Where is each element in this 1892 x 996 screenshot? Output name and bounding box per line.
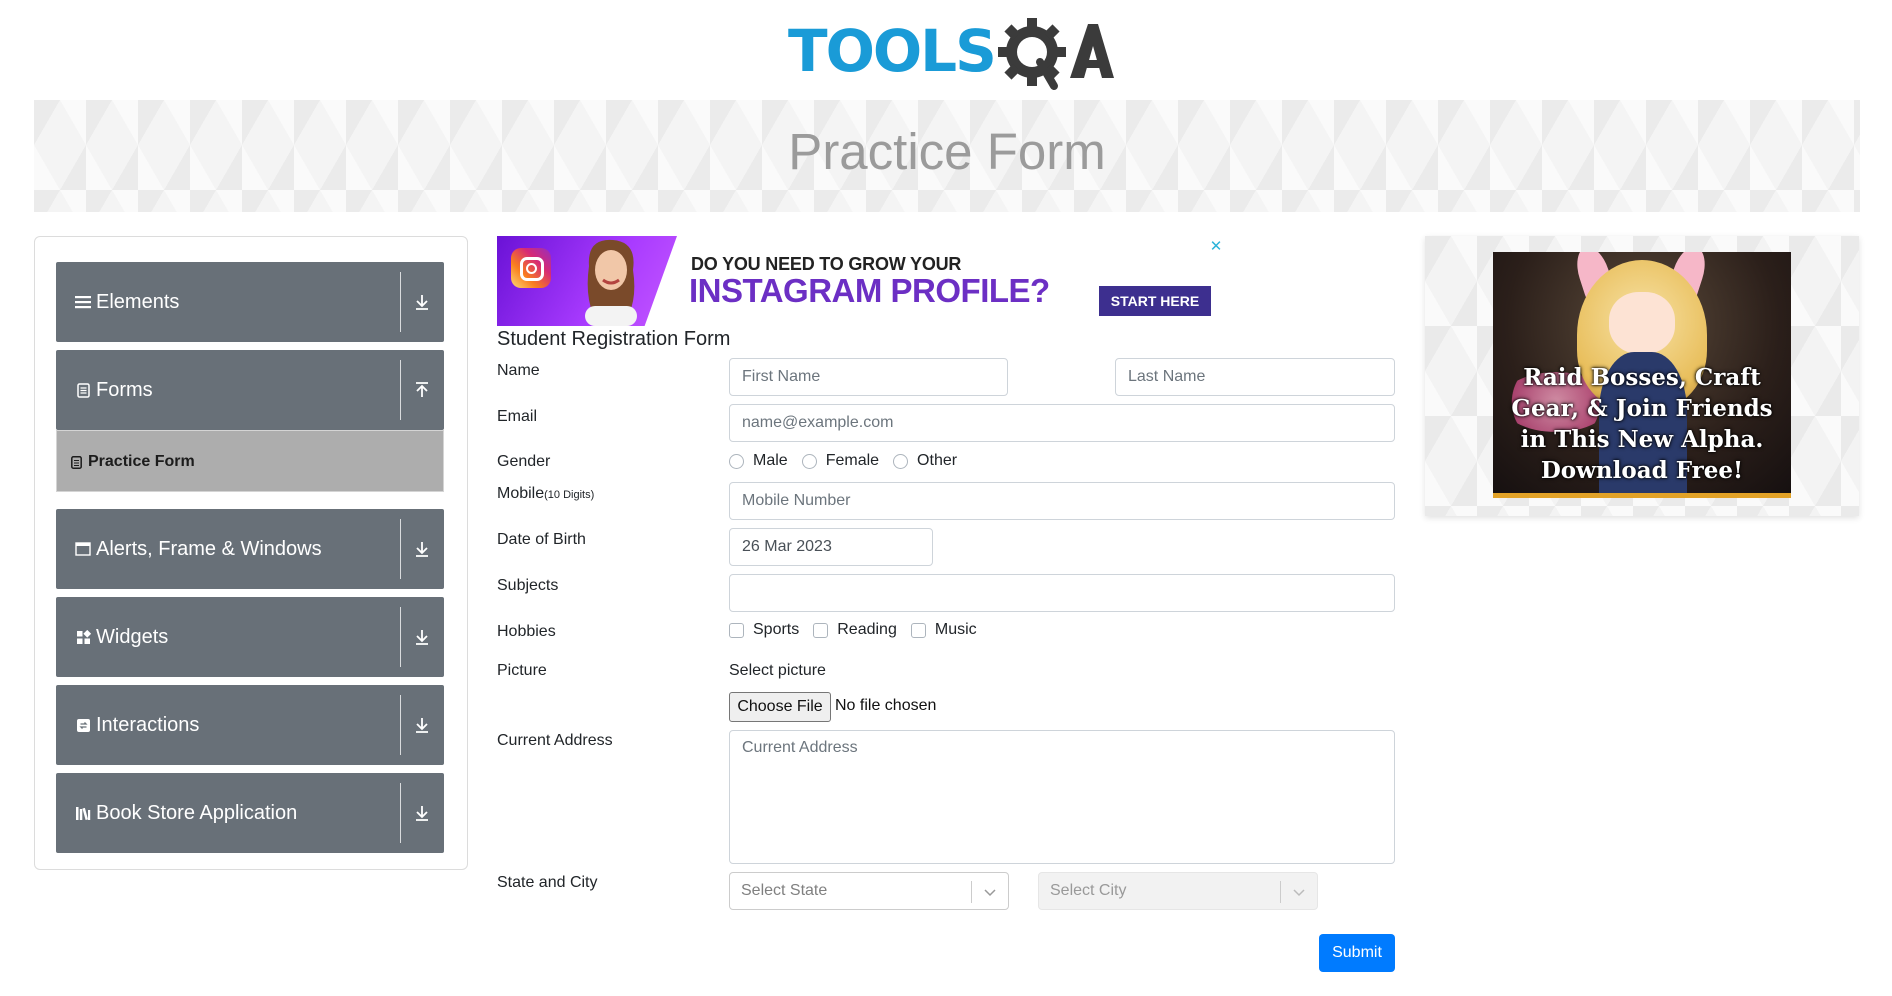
chevron-down-icon[interactable] — [1291, 884, 1307, 900]
picture-label: Picture — [497, 662, 547, 679]
checkbox[interactable] — [729, 622, 744, 638]
sidebar-item-practice-form[interactable]: Practice Form — [56, 430, 444, 492]
file-status-text: No file chosen — [835, 697, 937, 714]
page-title: Practice Form — [788, 123, 1106, 180]
name-label: Name — [497, 362, 540, 379]
sidebar-group-forms[interactable]: Forms — [56, 350, 444, 430]
ad-start-here-button[interactable]: START HERE — [1099, 286, 1211, 316]
sidebar-group-elements[interactable]: Elements — [56, 262, 444, 342]
sidebar-item-label: Practice Form — [88, 453, 195, 470]
subjects-label: Subjects — [497, 577, 559, 594]
radio-button[interactable] — [801, 453, 817, 469]
hobby-music-option[interactable]: Music — [910, 621, 977, 639]
hobbies-checkbox-group: Sports Reading Music — [729, 621, 991, 639]
gender-male-option[interactable]: Male — [729, 452, 788, 470]
game-ad-panel[interactable]: Raid Bosses, Craft Gear, & Join Friends … — [1425, 236, 1859, 516]
city-select-placeholder: Select City — [1050, 882, 1127, 899]
date-of-birth-label: Date of Birth — [497, 531, 586, 548]
form-icon — [71, 455, 82, 469]
instagram-logo-icon — [511, 248, 551, 288]
download-arrow-icon[interactable] — [410, 537, 434, 561]
sidebar-group-book-store[interactable]: Book Store Application — [56, 773, 444, 853]
gender-radio-group: Male Female Other — [729, 452, 971, 470]
list-icon — [74, 293, 92, 311]
sidebar-group-interactions[interactable]: Interactions — [56, 685, 444, 765]
sidebar-group-widgets[interactable]: Widgets — [56, 597, 444, 677]
sidebar-group-label: Interactions — [96, 713, 200, 736]
hobby-music-label[interactable]: Music — [935, 621, 977, 639]
interactions-icon — [74, 716, 92, 734]
chevron-down-icon[interactable] — [982, 884, 998, 900]
mobile-label: Mobile(10 Digits) — [497, 485, 594, 503]
download-arrow-icon[interactable] — [410, 290, 434, 314]
game-ad-text: Raid Bosses, Craft Gear, & Join Friends … — [1511, 364, 1773, 484]
download-arrow-icon[interactable] — [410, 625, 434, 649]
gender-female-option[interactable]: Female — [801, 452, 879, 470]
sidebar-group-label: Book Store Application — [96, 801, 298, 824]
sidebar-group-label: Widgets — [96, 625, 169, 648]
radio-button[interactable] — [729, 453, 744, 469]
window-icon — [74, 540, 92, 558]
gender-male-label[interactable]: Male — [753, 452, 788, 470]
gender-label: Gender — [497, 453, 551, 470]
state-city-label: State and City — [497, 874, 598, 891]
form-title: Student Registration Form — [497, 328, 731, 350]
checkbox[interactable] — [910, 622, 926, 638]
mobile-hint: (10 Digits) — [544, 489, 595, 501]
current-address-textarea[interactable]: Current Address — [729, 730, 1395, 864]
download-arrow-icon[interactable] — [410, 713, 434, 737]
hobby-sports-option[interactable]: Sports — [729, 621, 799, 639]
hobbies-label: Hobbies — [497, 623, 556, 640]
gender-other-option[interactable]: Other — [893, 452, 957, 470]
widgets-icon — [74, 628, 92, 646]
radio-button[interactable] — [893, 453, 909, 469]
gender-other-label[interactable]: Other — [917, 452, 957, 470]
page-banner: Practice Form — [34, 100, 1860, 212]
download-arrow-icon[interactable] — [410, 801, 434, 825]
game-ad-image[interactable]: Raid Bosses, Craft Gear, & Join Friends … — [1493, 252, 1791, 498]
sidebar-group-label: Forms — [96, 378, 153, 401]
logo-gear-q-icon — [998, 18, 1114, 90]
sidebar: Elements Forms Practice Form Alerts, Fra… — [34, 236, 468, 870]
mobile-label-text: Mobile — [497, 485, 545, 502]
hobby-reading-option[interactable]: Reading — [813, 621, 897, 639]
email-input[interactable]: name@example.com — [729, 404, 1395, 442]
gender-female-label[interactable]: Female — [826, 452, 879, 470]
select-picture-text: Select picture — [729, 662, 826, 679]
ad-close-icon[interactable]: ✕ — [1205, 236, 1227, 258]
document-icon — [74, 381, 92, 399]
state-select[interactable]: Select State — [729, 872, 1009, 910]
subjects-input[interactable] — [729, 574, 1395, 612]
sidebar-group-alerts[interactable]: Alerts, Frame & Windows — [56, 509, 444, 589]
date-of-birth-input[interactable]: 26 Mar 2023 — [729, 528, 933, 566]
hobby-reading-label[interactable]: Reading — [837, 621, 897, 639]
mobile-number-input[interactable]: Mobile Number — [729, 482, 1395, 520]
last-name-input[interactable]: Last Name — [1115, 358, 1395, 396]
ad-woman-image — [585, 239, 637, 326]
first-name-input[interactable]: First Name — [729, 358, 1008, 396]
choose-file-button[interactable]: Choose File — [729, 692, 831, 722]
hobby-sports-label[interactable]: Sports — [753, 621, 799, 639]
submit-button[interactable]: Submit — [1319, 934, 1395, 972]
books-icon — [74, 804, 92, 822]
logo-text-tools: TOOLS — [788, 17, 997, 85]
ad-art-face — [1609, 292, 1675, 354]
upload-arrow-icon[interactable] — [410, 378, 434, 402]
current-address-label: Current Address — [497, 732, 613, 749]
checkbox[interactable] — [813, 622, 829, 638]
sidebar-group-label: Elements — [96, 290, 180, 313]
state-select-placeholder: Select State — [741, 882, 828, 899]
email-label: Email — [497, 408, 538, 425]
sidebar-group-label: Alerts, Frame & Windows — [96, 537, 322, 560]
instagram-ad-banner[interactable]: DO YOU NEED TO GROW YOUR INSTAGRAM PROFI… — [497, 236, 1237, 326]
ad-headline-large: INSTAGRAM PROFILE? — [689, 272, 1050, 309]
city-select[interactable]: Select City — [1038, 872, 1318, 910]
toolsqa-logo[interactable]: TOOLS — [788, 14, 1114, 92]
